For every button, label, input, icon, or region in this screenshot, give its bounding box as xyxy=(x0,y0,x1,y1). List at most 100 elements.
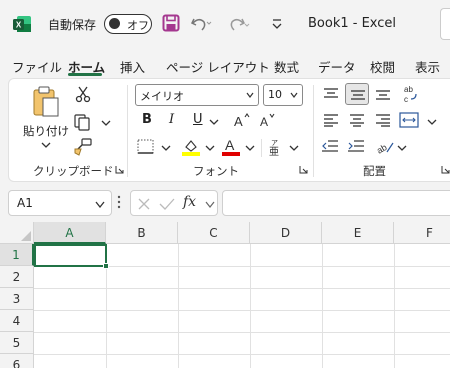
tab-review[interactable]: 校閲 xyxy=(370,57,395,76)
row-header-2[interactable]: 2 xyxy=(0,266,34,288)
column-header-f[interactable]: F xyxy=(394,222,450,244)
group-separator xyxy=(127,85,128,177)
title-bar: X 自動保存 オフ Book1 - Excel xyxy=(0,0,450,48)
bold-button[interactable]: B xyxy=(142,112,152,127)
row-header-6[interactable]: 6 xyxy=(0,354,34,368)
fill-color-icon[interactable] xyxy=(181,137,201,157)
clipboard-group-label: クリップボード xyxy=(33,164,114,178)
tab-formulas[interactable]: 数式 xyxy=(274,57,299,76)
active-tab-indicator xyxy=(68,73,102,76)
align-right-icon[interactable] xyxy=(375,113,391,127)
cut-icon[interactable] xyxy=(75,85,91,103)
svg-text:ab: ab xyxy=(404,85,413,94)
insert-function-button[interactable]: fx xyxy=(183,194,196,210)
align-center-icon[interactable] xyxy=(349,113,365,127)
undo-icon[interactable] xyxy=(190,14,212,32)
font-name-select[interactable]: メイリオ xyxy=(135,84,259,106)
underline-button[interactable]: U xyxy=(193,112,203,127)
underline-chevron-icon[interactable] xyxy=(209,118,219,126)
document-title: Book1 - Excel xyxy=(308,16,397,31)
align-bottom-icon[interactable] xyxy=(375,87,391,101)
increase-indent-icon[interactable] xyxy=(347,139,365,153)
italic-button[interactable]: I xyxy=(169,112,174,127)
phonetic-chevron-icon[interactable] xyxy=(289,144,299,152)
font-color-icon[interactable]: A xyxy=(221,136,241,157)
save-icon[interactable] xyxy=(162,14,180,32)
phonetic-guide-icon[interactable]: ア 亜 xyxy=(267,137,285,157)
chevron-down-icon[interactable] xyxy=(205,201,215,208)
more-options-icon[interactable] xyxy=(117,195,121,209)
tab-view[interactable]: 表示 xyxy=(415,57,440,76)
decrease-indent-icon[interactable] xyxy=(321,139,339,153)
svg-text:A: A xyxy=(225,137,235,153)
spreadsheet-grid[interactable]: A B C D E F 1 2 3 4 5 6 xyxy=(0,222,450,368)
formula-bar: A1 fx xyxy=(0,186,450,220)
font-color-chevron-icon[interactable] xyxy=(245,144,255,152)
gridline xyxy=(34,288,450,289)
align-left-icon[interactable] xyxy=(323,113,339,127)
active-cell-a1[interactable] xyxy=(34,244,107,267)
copy-icon[interactable] xyxy=(73,113,91,131)
paste-icon[interactable] xyxy=(31,85,61,119)
font-size-select[interactable]: 10 xyxy=(263,84,303,106)
tab-file[interactable]: ファイル xyxy=(12,57,62,76)
increase-font-size-icon[interactable]: A xyxy=(233,112,251,128)
autosave-toggle[interactable]: オフ xyxy=(104,14,152,34)
align-top-icon[interactable] xyxy=(323,87,339,101)
customize-quick-access-icon[interactable] xyxy=(270,14,284,32)
svg-text:ab: ab xyxy=(375,142,389,155)
font-size-value: 10 xyxy=(268,88,282,101)
borders-icon[interactable] xyxy=(137,139,155,155)
wrap-text-icon[interactable]: ab c xyxy=(401,83,421,105)
row-header-3[interactable]: 3 xyxy=(0,288,34,310)
formula-buttons: fx xyxy=(130,190,218,216)
chevron-down-icon xyxy=(290,92,298,98)
select-all-corner[interactable] xyxy=(0,222,34,244)
column-header-a[interactable]: A xyxy=(34,222,106,244)
format-painter-icon[interactable] xyxy=(73,137,93,157)
merge-chevron-icon[interactable] xyxy=(427,118,437,126)
gridline xyxy=(34,332,450,333)
autosave-label: 自動保存 xyxy=(48,18,97,32)
name-box[interactable]: A1 xyxy=(8,190,112,216)
column-header-c[interactable]: C xyxy=(178,222,250,244)
column-header-e[interactable]: E xyxy=(322,222,394,244)
align-middle-button[interactable] xyxy=(345,83,369,105)
alignment-dialog-launcher-icon[interactable] xyxy=(441,165,450,174)
font-dialog-launcher-icon[interactable] xyxy=(299,165,308,174)
toggle-knob xyxy=(109,18,120,29)
group-separator xyxy=(313,85,314,177)
name-box-value: A1 xyxy=(17,196,33,210)
paste-label[interactable]: 貼り付け xyxy=(23,123,69,139)
borders-chevron-icon[interactable] xyxy=(161,144,171,152)
row-header-4[interactable]: 4 xyxy=(0,310,34,332)
clipboard-dialog-launcher-icon[interactable] xyxy=(115,165,124,174)
orientation-icon[interactable]: ab xyxy=(375,137,395,155)
gridline xyxy=(34,354,450,355)
chevron-down-icon xyxy=(246,92,254,98)
align-middle-icon xyxy=(351,90,365,100)
tab-data[interactable]: データ xyxy=(318,57,356,76)
cancel-icon[interactable] xyxy=(137,197,151,211)
copy-chevron-icon[interactable] xyxy=(101,119,111,127)
column-header-b[interactable]: B xyxy=(106,222,178,244)
orientation-chevron-icon[interactable] xyxy=(397,144,407,152)
alignment-group-label: 配置 xyxy=(363,164,386,178)
svg-text:c: c xyxy=(404,95,408,104)
decrease-font-size-icon[interactable]: A xyxy=(259,112,277,128)
tab-page-layout[interactable]: ページ レイアウト xyxy=(166,57,270,76)
formula-input[interactable] xyxy=(222,190,450,216)
fill-color-chevron-icon[interactable] xyxy=(205,144,215,152)
ribbon-panel: 貼り付け クリップボード メイリオ 10 B I U A A A ア 亜 フォン… xyxy=(8,78,450,182)
row-header-5[interactable]: 5 xyxy=(0,332,34,354)
search-box-edge[interactable] xyxy=(440,8,450,40)
font-name-value: メイリオ xyxy=(140,90,184,103)
fill-handle[interactable] xyxy=(103,263,109,269)
column-header-d[interactable]: D xyxy=(250,222,322,244)
redo-icon[interactable] xyxy=(228,14,250,32)
tab-insert[interactable]: 挿入 xyxy=(120,57,145,76)
paste-chevron-icon[interactable] xyxy=(41,141,51,149)
row-header-1[interactable]: 1 xyxy=(0,244,34,266)
enter-check-icon[interactable] xyxy=(159,197,175,211)
merge-center-icon[interactable] xyxy=(399,111,419,129)
